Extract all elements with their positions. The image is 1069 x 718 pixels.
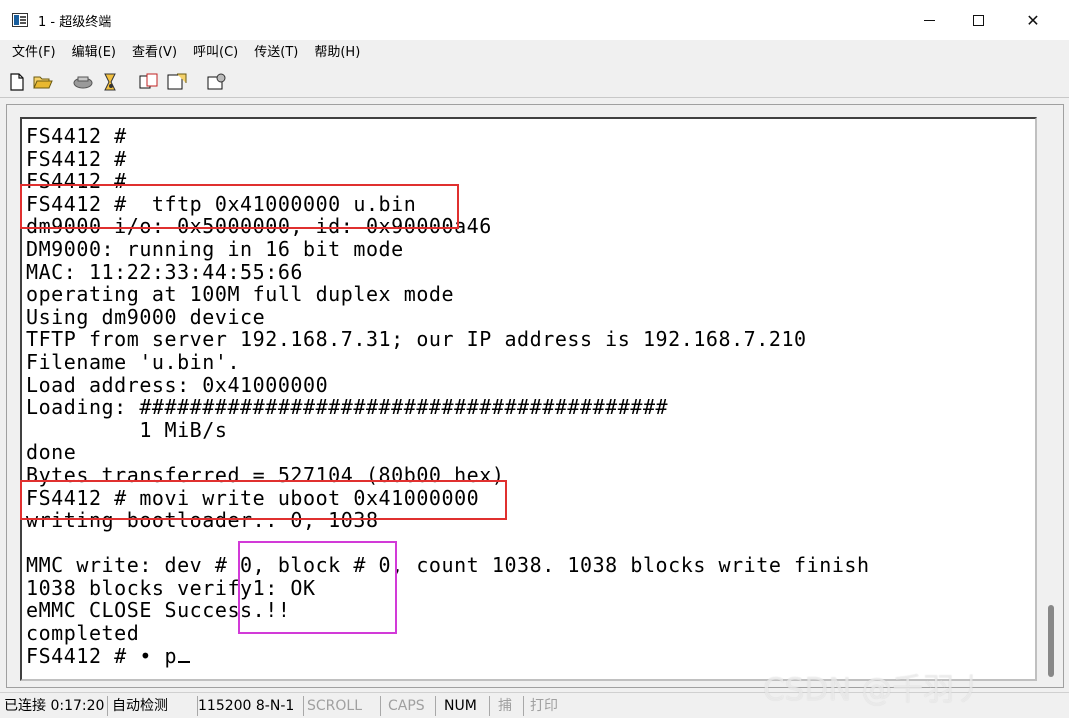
terminal-line: DM9000: running in 16 bit mode bbox=[26, 236, 404, 261]
terminal-line: Bytes transferred = 527104 (80b00 hex) bbox=[26, 462, 505, 487]
terminal-line: FS4412 # bbox=[26, 124, 127, 148]
copy-button[interactable] bbox=[138, 71, 160, 93]
terminal-line: operating at 100M full duplex mode bbox=[26, 282, 455, 307]
receive-icon bbox=[104, 73, 116, 91]
disconnect-icon bbox=[73, 76, 93, 89]
status-scroll-lock: SCROLL bbox=[303, 696, 381, 716]
terminal-prompt-line[interactable]: FS4412 # • p bbox=[26, 643, 870, 668]
terminal-line: FS4412 # tftp 0x41000000 u.bin bbox=[26, 191, 417, 216]
terminal-line: done bbox=[26, 440, 77, 465]
terminal-line: dm9000 i/o: 0x5000000, id: 0x90000a46 bbox=[26, 214, 492, 239]
status-num-lock: NUM bbox=[440, 696, 490, 716]
text-cursor bbox=[178, 660, 191, 663]
toolbar bbox=[0, 66, 1069, 98]
menu-view[interactable]: 查看(V) bbox=[124, 42, 185, 64]
terminal-line: MMC write: dev # 0, block # 0, count 103… bbox=[26, 553, 870, 578]
terminal-line: eMMC CLOSE Success.!! bbox=[26, 598, 291, 623]
hyperterminal-app-icon[interactable] bbox=[12, 13, 28, 27]
terminal-line: Filename 'u.bin'. bbox=[26, 349, 241, 374]
status-capture: 捕 bbox=[494, 696, 524, 716]
settings-icon bbox=[207, 73, 226, 90]
prompt-text: FS4412 # • p bbox=[26, 643, 178, 668]
close-icon: ✕ bbox=[1026, 10, 1040, 30]
menu-edit[interactable]: 编辑(E) bbox=[64, 42, 124, 64]
open-folder-icon bbox=[33, 76, 53, 89]
status-caps-lock: CAPS bbox=[384, 696, 436, 716]
copy-icon bbox=[139, 73, 158, 89]
status-baud-rate: 115200 8-N-1 bbox=[194, 696, 304, 716]
new-connection-button[interactable] bbox=[6, 71, 28, 93]
terminal-screen[interactable]: FS4412 # FS4412 # FS4412 # FS4412 # tftp… bbox=[20, 117, 1037, 681]
close-button[interactable]: ✕ bbox=[1010, 0, 1056, 40]
terminal-line: Using dm9000 device bbox=[26, 304, 266, 329]
properties-icon bbox=[167, 73, 187, 90]
minimize-button[interactable] bbox=[906, 0, 952, 40]
minimize-icon bbox=[923, 19, 935, 21]
receive-button[interactable] bbox=[100, 71, 122, 93]
scrollbar-thumb[interactable] bbox=[1048, 605, 1054, 677]
terminal-line: writing bootloader.. 0, 1038 bbox=[26, 508, 379, 533]
menu-file[interactable]: 文件(F) bbox=[4, 42, 64, 64]
title-bar: 1 - 超级终端 ✕ bbox=[0, 0, 1069, 40]
status-print-echo: 打印 bbox=[530, 698, 558, 714]
window-title: 1 - 超级终端 bbox=[38, 15, 112, 30]
terminal-line: 1 MiB/s bbox=[26, 417, 228, 442]
csdn-watermark: CSDN @千羽丿 bbox=[763, 672, 986, 708]
vertical-scrollbar[interactable] bbox=[1045, 117, 1059, 681]
settings-button[interactable] bbox=[206, 71, 228, 93]
disconnect-button[interactable] bbox=[72, 71, 94, 93]
terminal-frame: FS4412 # FS4412 # FS4412 # FS4412 # tftp… bbox=[6, 104, 1064, 688]
terminal-line: 1038 blocks verify1: OK bbox=[26, 575, 316, 600]
terminal-line: completed bbox=[26, 621, 140, 646]
terminal-line: MAC: 11:22:33:44:55:66 bbox=[26, 259, 304, 284]
menu-transfer[interactable]: 传送(T) bbox=[246, 42, 306, 64]
menu-call[interactable]: 呼叫(C) bbox=[185, 42, 246, 64]
maximize-icon bbox=[972, 14, 984, 26]
terminal-line: FS4412 # movi write uboot 0x41000000 bbox=[26, 485, 480, 510]
terminal-line: FS4412 # bbox=[26, 169, 127, 194]
open-button[interactable] bbox=[32, 71, 54, 93]
status-connection-time: 已连接 0:17:20 bbox=[0, 696, 108, 716]
terminal-line: Load address: 0x41000000 bbox=[26, 372, 329, 397]
status-auto-detect: 自动检测 bbox=[108, 696, 198, 716]
terminal-line: TFTP from server 192.168.7.31; our IP ad… bbox=[26, 327, 807, 352]
new-file-icon bbox=[10, 73, 24, 91]
maximize-button[interactable] bbox=[955, 0, 1001, 40]
terminal-line: Loading: ###############################… bbox=[26, 395, 669, 420]
menu-help[interactable]: 帮助(H) bbox=[306, 42, 368, 64]
properties-button[interactable] bbox=[166, 71, 188, 93]
terminal-line: FS4412 # bbox=[26, 146, 127, 171]
terminal-output: FS4412 # FS4412 # FS4412 # FS4412 # tftp… bbox=[26, 125, 870, 667]
menu-bar: 文件(F) 编辑(E) 查看(V) 呼叫(C) 传送(T) 帮助(H) bbox=[0, 40, 1069, 66]
